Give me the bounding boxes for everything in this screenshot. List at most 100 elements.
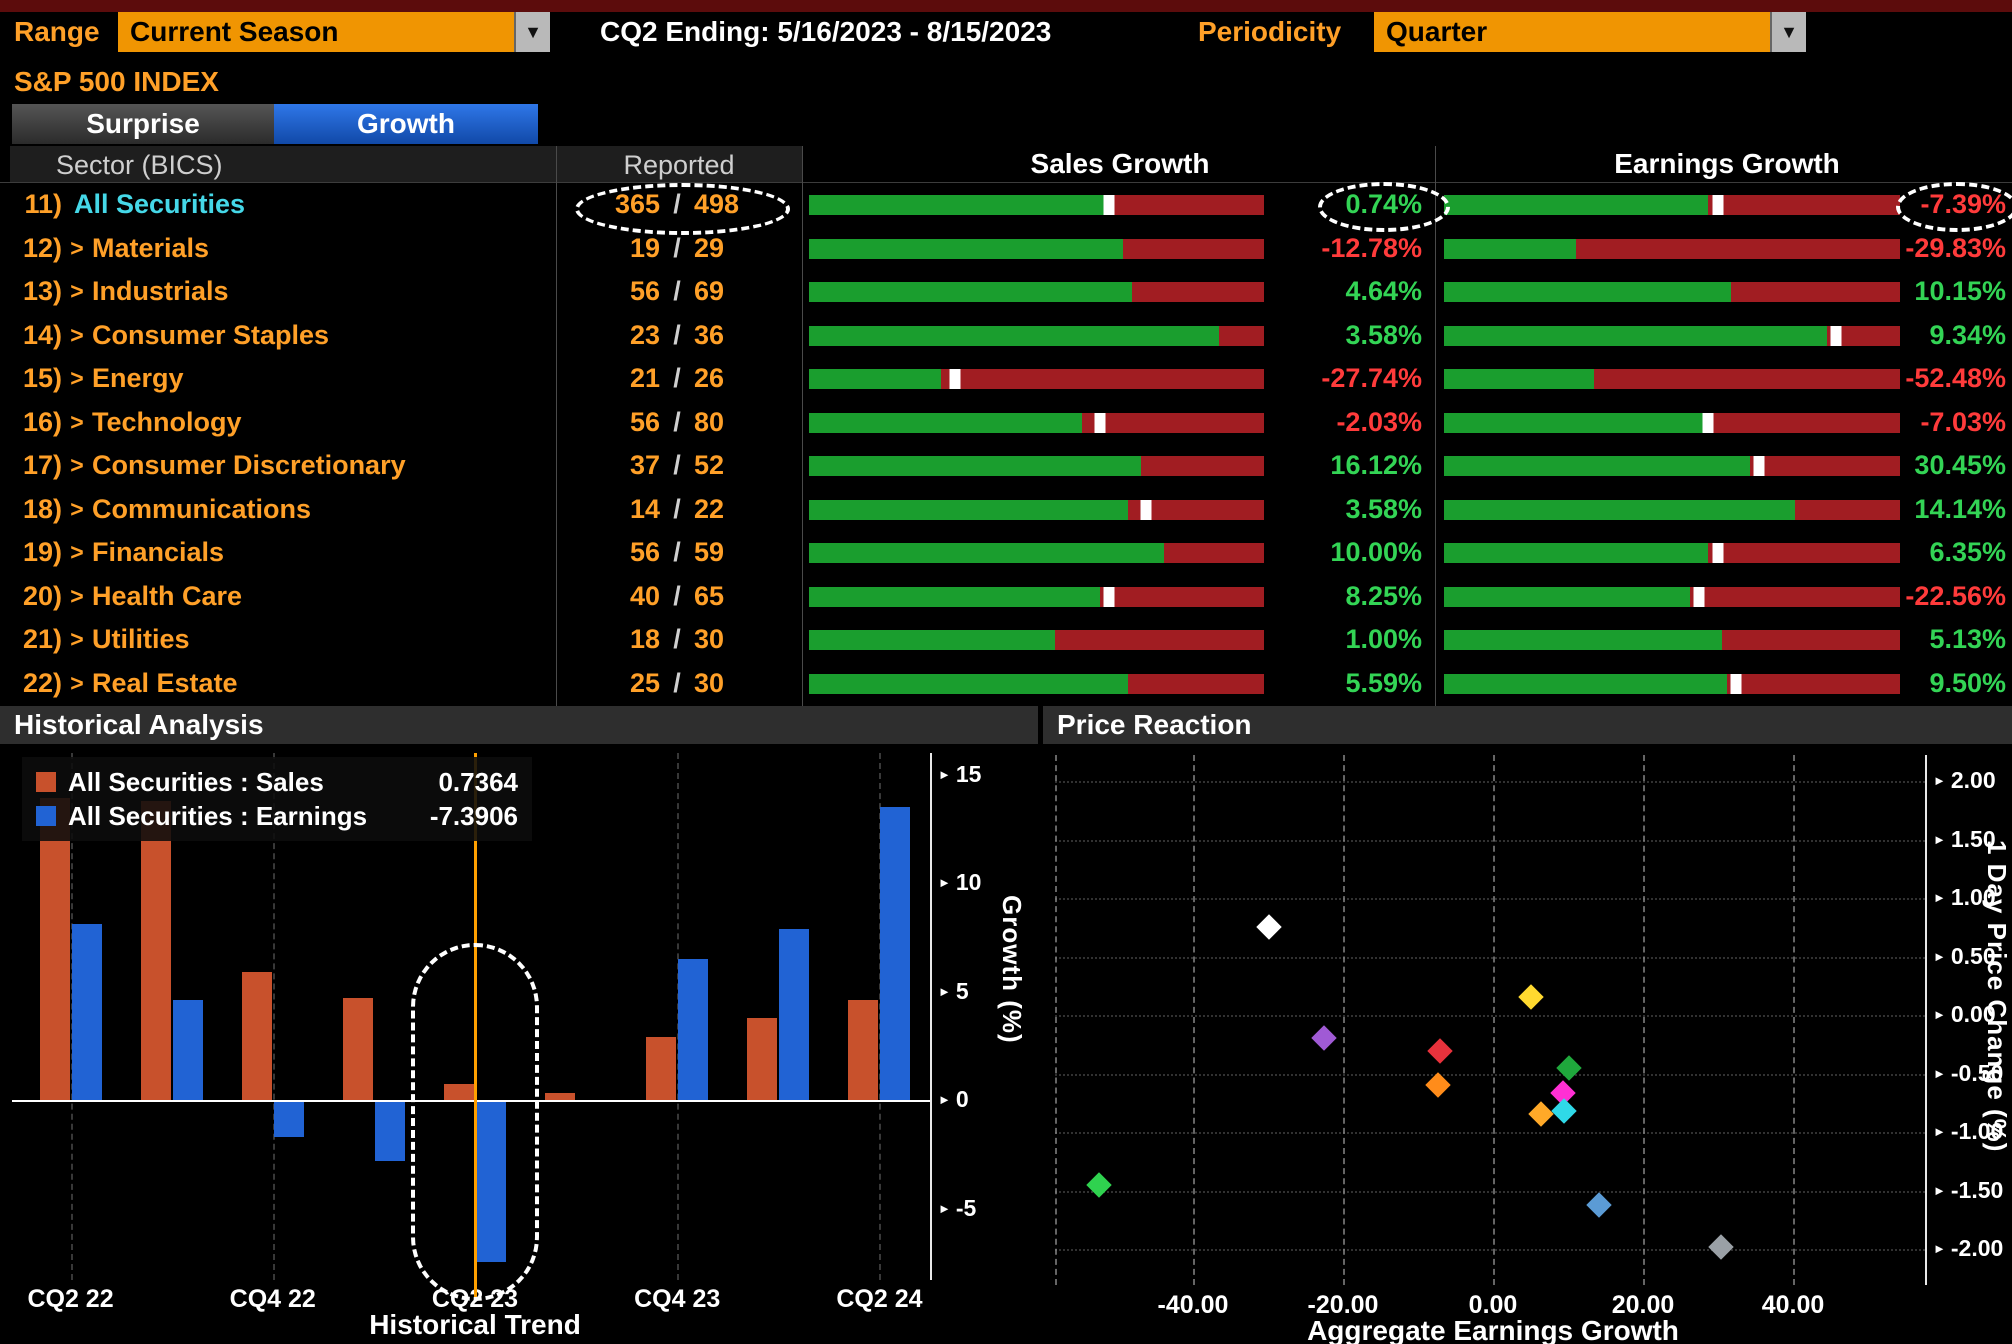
row-number: 12) [14, 233, 62, 264]
row-number: 20) [14, 581, 62, 612]
x-tick-label: -40.00 [1158, 1291, 1229, 1320]
y-tick: ►-0.50 [1933, 1060, 2003, 1087]
gridline [1643, 755, 1645, 1285]
y-tick: ►5 [938, 978, 969, 1005]
tick-label: -2.00 [1951, 1235, 2003, 1262]
tab-surprise[interactable]: Surprise [12, 104, 274, 144]
reported-count: 37 [602, 450, 660, 481]
sales-growth-value: 8.25% [1264, 575, 1422, 619]
legend-row-sales: All Securities : Sales 0.7364 [36, 765, 518, 799]
bloomberg-earnings-analysis-screen: Range Current Season ▼ CQ2 Ending: 5/16/… [0, 0, 2012, 1344]
table-row[interactable]: 21)>Utilities18/301.00%5.13% [0, 618, 2012, 662]
table-row[interactable]: 14)>Consumer Staples23/363.58%9.34% [0, 314, 2012, 358]
expand-chevron-icon: > [62, 235, 92, 262]
expand-chevron-icon: > [62, 496, 92, 523]
scatter-point-consumer-discretionary [1709, 1234, 1734, 1259]
tick-arrow-icon: ► [938, 1092, 951, 1107]
y-tick: ►-1.50 [1933, 1177, 2003, 1204]
tick-arrow-icon: ► [1933, 1183, 1946, 1198]
gridline [1193, 755, 1195, 1285]
hist-sales-bar [545, 1093, 575, 1100]
sector-cell[interactable]: 16)>Technology [14, 401, 554, 445]
table-row[interactable]: 11)All Securities365/4980.74%-7.39% [0, 183, 2012, 227]
periodicity-dropdown[interactable]: Quarter ▼ [1374, 12, 1806, 52]
tick-label: 10 [956, 869, 982, 896]
earnings-growth-value: -29.83% [1866, 227, 2006, 271]
row-number: 14) [14, 320, 62, 351]
header-reported[interactable]: Reported [557, 150, 801, 181]
gridline [1343, 755, 1345, 1285]
gridline [1055, 755, 1057, 1285]
reported-slash: / [660, 537, 694, 568]
sector-cell[interactable]: 18)>Communications [14, 488, 554, 532]
gridline [1055, 781, 1925, 783]
table-row[interactable]: 15)>Energy21/26-27.74%-52.48% [0, 357, 2012, 401]
hist-sales-bar [141, 801, 171, 1100]
sector-cell[interactable]: 14)>Consumer Staples [14, 314, 554, 358]
x-tick-label: CQ2 22 [27, 1285, 113, 1314]
bar-green-segment [809, 282, 1132, 302]
sales-growth-bar [809, 239, 1264, 259]
sales-growth-bar [809, 369, 1264, 389]
bar-green-segment [809, 369, 941, 389]
hist-earnings-bar [274, 1102, 304, 1137]
y-tick: ►1.00 [1933, 884, 1996, 911]
sector-cell[interactable]: 12)>Materials [14, 227, 554, 271]
sector-cell[interactable]: 13)>Industrials [14, 270, 554, 314]
bar-green-segment [1444, 195, 1708, 215]
row-number: 21) [14, 624, 62, 655]
dropdown-arrow-icon[interactable]: ▼ [1770, 12, 1806, 52]
expand-chevron-icon: > [62, 409, 92, 436]
bar-green-segment [1444, 239, 1576, 259]
hist-sales-bar [646, 1037, 676, 1100]
range-dropdown[interactable]: Current Season ▼ [118, 12, 550, 52]
tab-growth[interactable]: Growth [274, 104, 538, 144]
legend-label-earnings: All Securities : Earnings [68, 801, 398, 832]
bar-red-segment [1164, 543, 1264, 563]
reported-slash: / [660, 233, 694, 264]
reported-slash: / [660, 363, 694, 394]
earnings-growth-value: 10.15% [1866, 270, 2006, 314]
table-row[interactable]: 16)>Technology56/80-2.03%-7.03% [0, 401, 2012, 445]
row-number: 18) [14, 494, 62, 525]
bar-green-segment [1444, 413, 1704, 433]
expand-chevron-icon: > [62, 626, 92, 653]
dropdown-arrow-icon[interactable]: ▼ [514, 12, 550, 52]
scatter-point-energy [1087, 1172, 1112, 1197]
reported-cell: 23/36 [557, 314, 801, 358]
table-row[interactable]: 22)>Real Estate25/305.59%9.50% [0, 662, 2012, 706]
sector-cell[interactable]: 22)>Real Estate [14, 662, 554, 706]
sales-growth-value: 1.00% [1264, 618, 1422, 662]
hist-y-axis-title: Growth (%) [996, 895, 1027, 1044]
table-row[interactable]: 19)>Financials56/5910.00%6.35% [0, 531, 2012, 575]
row-number: 22) [14, 668, 62, 699]
historical-title: Historical Analysis [14, 709, 264, 741]
table-row[interactable]: 20)>Health Care40/658.25%-22.56% [0, 575, 2012, 619]
table-row[interactable]: 18)>Communications14/223.58%14.14% [0, 488, 2012, 532]
hist-sales-bar [40, 798, 70, 1100]
bar-green-segment [1444, 282, 1731, 302]
sector-cell[interactable]: 17)>Consumer Discretionary [14, 444, 554, 488]
sector-cell[interactable]: 21)>Utilities [14, 618, 554, 662]
earnings-growth-value: 6.35% [1866, 531, 2006, 575]
row-number: 16) [14, 407, 62, 438]
reported-cell: 18/30 [557, 618, 801, 662]
bar-marker [1753, 456, 1764, 476]
table-row[interactable]: 12)>Materials19/29-12.78%-29.83% [0, 227, 2012, 271]
earnings-growth-value: 30.45% [1866, 444, 2006, 488]
header-sector[interactable]: Sector (BICS) [56, 150, 223, 181]
y-tick: ►0.50 [1933, 943, 1996, 970]
expand-chevron-icon: > [62, 278, 92, 305]
sector-cell[interactable]: 15)>Energy [14, 357, 554, 401]
sector-cell[interactable]: 20)>Health Care [14, 575, 554, 619]
y-tick: ►1.50 [1933, 826, 1996, 853]
scatter-point-financials [1528, 1102, 1553, 1127]
earnings-growth-bar [1444, 543, 1900, 563]
table-row[interactable]: 17)>Consumer Discretionary37/5216.12%30.… [0, 444, 2012, 488]
periodicity-label: Periodicity [1198, 16, 1341, 48]
sector-cell[interactable]: 11)All Securities [14, 183, 554, 227]
tick-arrow-icon: ► [1933, 1241, 1946, 1256]
table-row[interactable]: 13)>Industrials56/694.64%10.15% [0, 270, 2012, 314]
bar-red-segment [1055, 630, 1264, 650]
sector-cell[interactable]: 19)>Financials [14, 531, 554, 575]
